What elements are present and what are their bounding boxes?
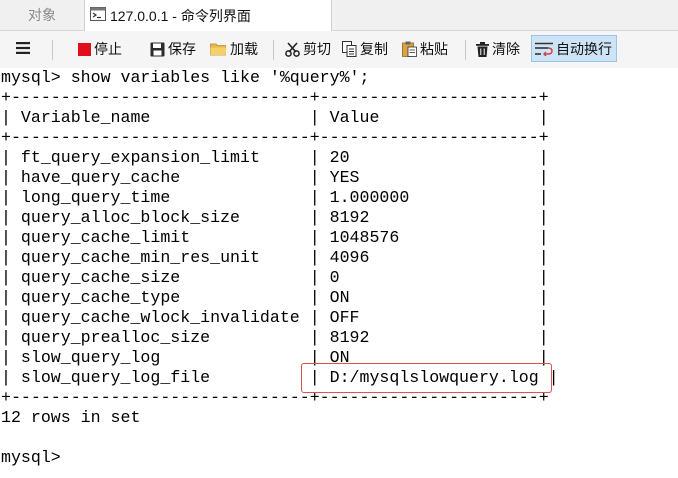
tab-objects-label: 对象 — [28, 7, 56, 23]
cut-button[interactable]: 剪切 — [285, 36, 331, 62]
console-line: | query_cache_wlock_invalidate | OFF | — [1, 308, 549, 327]
console-line: | query_prealloc_size | 8192 | — [1, 328, 549, 347]
word-wrap-toggle-label: 自动换行 — [556, 40, 612, 57]
stop-button-label: 停止 — [94, 41, 122, 57]
cut-button-label: 剪切 — [303, 41, 331, 57]
clear-button-label: 清除 — [492, 41, 520, 57]
console-prompt[interactable]: mysql> — [1, 448, 61, 468]
console-line: | query_cache_type | ON | — [1, 288, 549, 307]
load-button-label: 加载 — [230, 41, 258, 57]
copy-icon — [342, 41, 357, 57]
folder-icon — [210, 42, 227, 56]
copy-button-label: 复制 — [360, 41, 388, 57]
console-line: +------------------------------+--------… — [1, 88, 549, 107]
tab-console-label: 127.0.0.1 - 命令列界面 — [110, 7, 251, 24]
word-wrap-icon — [535, 42, 553, 56]
console-line: | slow_query_log | ON | — [1, 348, 549, 367]
hamburger-menu-icon — [16, 41, 30, 57]
navicat-console-window: 对象 127.0.0.1 - 命令列界面 停止 保存 加载 剪切 复制 粘贴 清… — [0, 0, 678, 478]
paste-button-label: 粘贴 — [420, 41, 448, 57]
clear-button[interactable]: 清除 — [476, 36, 520, 62]
toolbar-separator — [465, 40, 466, 60]
console-line: +------------------------------+--------… — [1, 128, 549, 147]
console-line: | long_query_time | 1.000000 | — [1, 188, 549, 207]
console-line: | Variable_name | Value | — [1, 108, 549, 127]
toolbar-separator — [52, 40, 53, 60]
console-line: | query_alloc_block_size | 8192 | — [1, 208, 549, 227]
paste-button[interactable]: 粘贴 — [402, 36, 448, 62]
word-wrap-toggle[interactable]: 自动换行 — [531, 35, 617, 62]
stop-icon — [78, 42, 91, 56]
floppy-disk-icon — [150, 42, 165, 57]
menu-button[interactable] — [12, 36, 34, 62]
tab-objects[interactable]: 对象 — [0, 0, 84, 30]
console-icon — [90, 7, 106, 24]
console-line: mysql> show variables like '%query%'; — [1, 68, 370, 87]
console-line: | slow_query_log_file | D:/mysqlslowquer… — [1, 368, 559, 387]
copy-button[interactable]: 复制 — [342, 36, 388, 62]
save-button-label: 保存 — [168, 41, 196, 57]
console-line: | query_cache_size | 0 | — [1, 268, 549, 287]
console-output[interactable]: mysql> show variables like '%query%'; +-… — [0, 68, 678, 478]
console-line: | query_cache_min_res_unit | 4096 | — [1, 248, 549, 267]
console-line: | ft_query_expansion_limit | 20 | — [1, 148, 549, 167]
stop-button[interactable]: 停止 — [78, 36, 122, 62]
tab-console[interactable]: 127.0.0.1 - 命令列界面 — [84, 0, 332, 31]
trash-can-icon — [476, 41, 489, 57]
scissors-icon — [285, 41, 300, 57]
load-button[interactable]: 加载 — [210, 36, 258, 62]
console-line: 12 rows in set — [1, 408, 141, 427]
toolbar: 停止 保存 加载 剪切 复制 粘贴 清除 自动换行 — [0, 31, 678, 69]
toolbar-separator — [273, 40, 274, 60]
save-button[interactable]: 保存 — [150, 36, 196, 62]
clipboard-paste-icon — [402, 41, 417, 57]
tab-bar: 对象 127.0.0.1 - 命令列界面 — [0, 0, 678, 31]
console-line: | have_query_cache | YES | — [1, 168, 549, 187]
console-line: | query_cache_limit | 1048576 | — [1, 228, 549, 247]
console-line: +------------------------------+--------… — [1, 388, 549, 407]
